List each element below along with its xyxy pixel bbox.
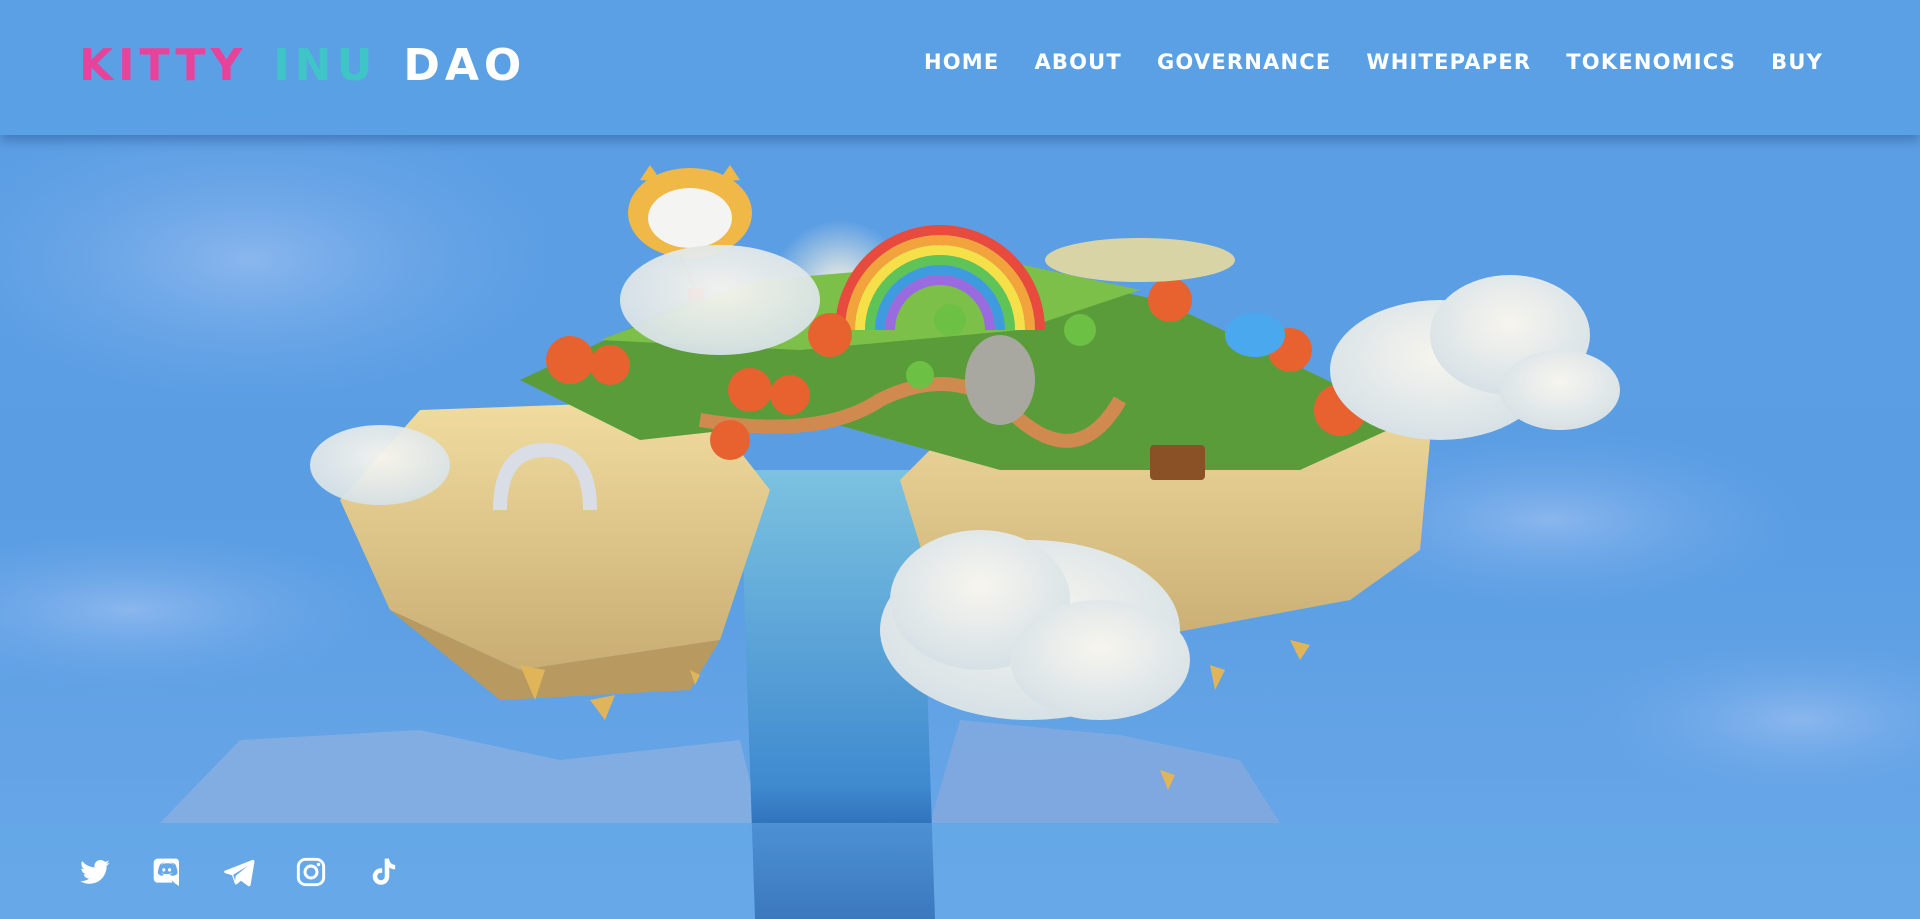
instagram-icon[interactable] <box>295 856 327 888</box>
background-cloud <box>1580 640 1920 800</box>
sky-whale <box>1045 238 1235 282</box>
twitter-bird <box>1225 313 1285 357</box>
nav-about[interactable]: About <box>1034 50 1122 74</box>
logo-word-kitty: Kitty <box>79 39 248 91</box>
nav-tokenomics[interactable]: Tokenomics <box>1566 50 1736 74</box>
twitter-icon-glyph <box>80 860 110 884</box>
nav-buy[interactable]: Buy <box>1771 50 1823 74</box>
telegram-icon-glyph <box>224 859 255 887</box>
stone-gorilla <box>965 335 1035 425</box>
background-cloud <box>0 530 390 690</box>
cloud-right <box>1330 275 1620 440</box>
top-navbar: Kitty Inu DAO Home About Governance Whit… <box>0 0 1920 135</box>
instagram-icon-glyph <box>296 857 326 887</box>
discord-icon-glyph <box>153 858 180 886</box>
distant-island <box>930 720 1280 823</box>
logo-word-dao: DAO <box>403 39 527 91</box>
page: Kitty Inu DAO Home About Governance Whit… <box>0 0 1920 919</box>
nav-governance[interactable]: Governance <box>1157 50 1331 74</box>
twitter-icon[interactable] <box>79 856 111 888</box>
logo-word-inu: Inu <box>273 39 378 91</box>
hero-island-illustration <box>0 110 1920 919</box>
background-cloud <box>0 110 570 410</box>
nav-home[interactable]: Home <box>924 50 999 74</box>
site-logo[interactable]: Kitty Inu DAO <box>79 39 527 91</box>
social-footer <box>0 823 1920 919</box>
nav-whitepaper[interactable]: Whitepaper <box>1366 50 1531 74</box>
social-links <box>79 856 439 888</box>
discord-icon[interactable] <box>151 856 183 888</box>
telegram-icon[interactable] <box>223 856 255 888</box>
main-nav: Home About Governance Whitepaper Tokenom… <box>889 50 1823 74</box>
distant-island <box>160 730 760 823</box>
tiktok-icon-glyph <box>372 858 396 885</box>
tiktok-icon[interactable] <box>367 856 399 888</box>
treasure-chest <box>1150 445 1205 480</box>
